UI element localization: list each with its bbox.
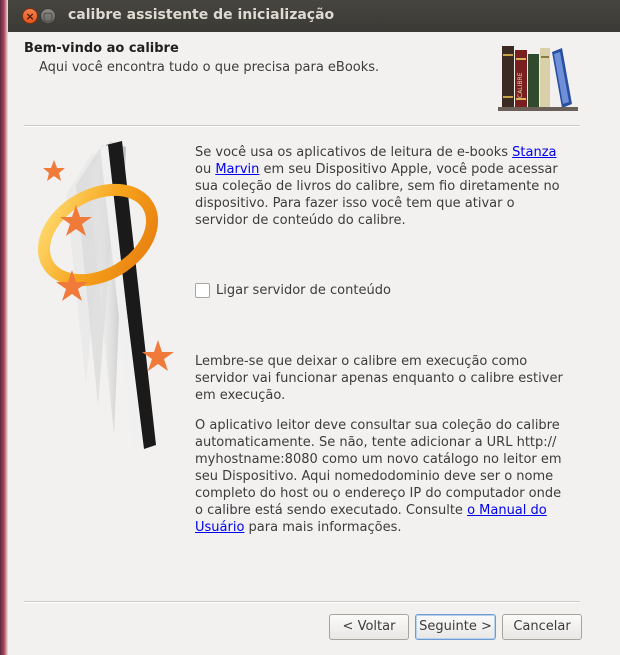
content-server-label[interactable]: Ligar servidor de conteúdo [216, 283, 391, 298]
stanza-link[interactable]: Stanza [512, 145, 556, 160]
books-spine-text: CALIBRE [517, 72, 524, 98]
page-title: Bem-vindo ao calibre [24, 41, 179, 56]
wizard-window: × ▢ calibre assistente de inicialização … [8, 0, 620, 655]
cancel-button[interactable]: Cancelar [502, 614, 582, 640]
back-button[interactable]: < Voltar [329, 614, 409, 640]
title-bar: × ▢ calibre assistente de inicialização [8, 0, 620, 32]
window-title: calibre assistente de inicialização [68, 7, 335, 23]
intro-part-1: Se você usa os aplicativos de leitura de… [195, 145, 513, 160]
next-button[interactable]: Seguinte > [415, 614, 496, 640]
reminder-text: Lembre-se que deixar o calibre em execuç… [195, 354, 563, 403]
intro-part-2: ou [195, 162, 216, 177]
content-server-checkbox[interactable] [195, 283, 210, 298]
instructions-tail: para mais informações. [244, 520, 402, 535]
page-subtitle: Aqui você encontra tudo o que precisa pa… [39, 60, 380, 75]
close-icon[interactable]: × [22, 8, 38, 24]
instructions-text: O aplicativo leitor deve consultar sua c… [195, 417, 565, 536]
header-divider [24, 125, 580, 127]
marvin-link[interactable]: Marvin [215, 162, 259, 177]
books-icon: CALIBRE [498, 46, 578, 111]
maximize-icon[interactable]: ▢ [40, 8, 56, 24]
book-spines [498, 46, 578, 111]
content-server-toggle[interactable]: Ligar servidor de conteúdo [195, 283, 391, 298]
calibre-logo [37, 141, 174, 451]
intro-text: Se você usa os aplicativos de leitura de… [195, 144, 565, 229]
footer-divider [24, 601, 580, 603]
